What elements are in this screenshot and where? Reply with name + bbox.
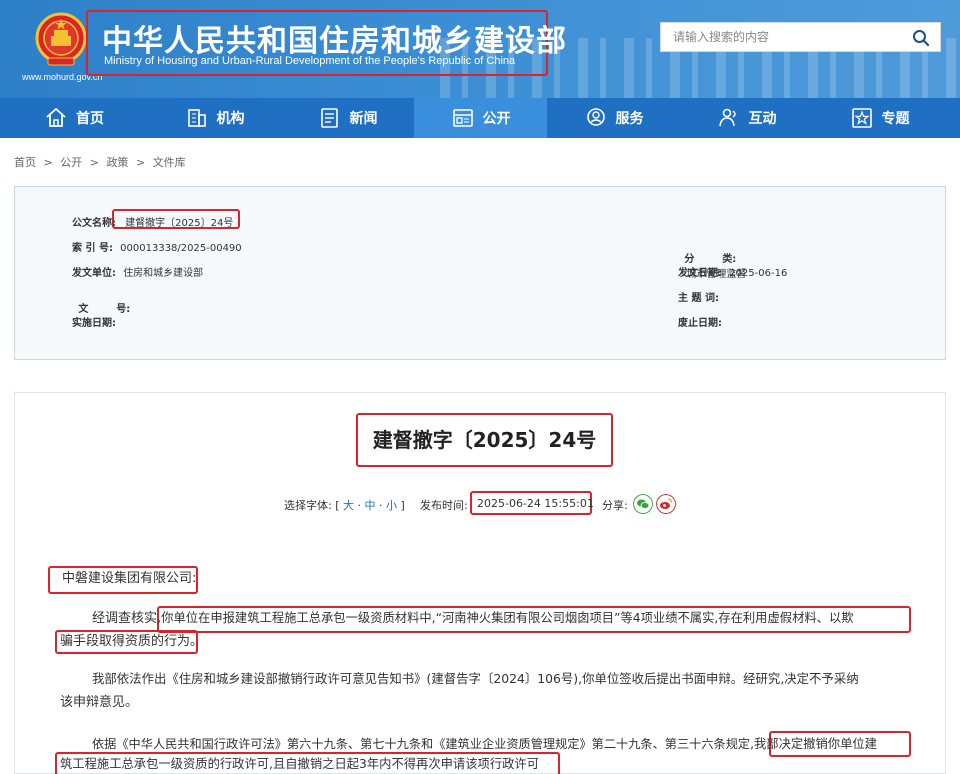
nav-home[interactable]: 首页 — [0, 98, 148, 138]
nav-topic[interactable]: 专题 — [813, 98, 946, 138]
effective-row: 实施日期: — [72, 314, 116, 329]
breadcrumb-sep: > — [89, 156, 99, 169]
font-bracket-open: [ — [335, 499, 340, 512]
font-bracket-close: ] — [400, 499, 405, 512]
ministry-title-en: Ministry of Housing and Urban-Rural Deve… — [104, 55, 516, 67]
paragraph-1-line-1: 经调查核实,你单位在申报建筑工程施工总承包一级资质材料中,“河南神火集团有限公司… — [92, 607, 854, 630]
service-icon — [586, 108, 605, 126]
building-icon — [187, 109, 206, 127]
nav-topic-label: 专题 — [881, 111, 910, 127]
wechat-share-icon[interactable] — [633, 494, 653, 514]
breadcrumb-sep: > — [43, 156, 53, 169]
breadcrumb: 首页 > 公开 > 政策 > 文件库 — [14, 154, 190, 170]
nav-home-label: 首页 — [76, 111, 104, 127]
search-bar — [660, 22, 941, 52]
breadcrumb-sep: > — [135, 156, 146, 169]
index-label: 索 引 号: — [72, 243, 113, 254]
search-icon[interactable] — [912, 29, 930, 47]
publish-time-value: 2025-06-24 15:55:01 — [477, 497, 594, 510]
nav-news-label: 新闻 — [349, 111, 378, 127]
nav-disclosure-label: 公开 — [482, 111, 511, 127]
issue-date-label: 发文日期: — [678, 268, 722, 279]
effective-label: 实施日期: — [72, 318, 116, 329]
font-large-link[interactable]: 大 — [343, 499, 354, 512]
nav-organization-label: 机构 — [216, 111, 245, 127]
paragraph-3-decision: 我部决定撤销你单位建 — [754, 737, 877, 751]
nav-organization[interactable]: 机构 — [148, 98, 281, 138]
breadcrumb-policy[interactable]: 政策 — [106, 156, 128, 169]
font-small-link[interactable]: 小 — [386, 499, 397, 512]
doc-name-label: 公文名称: — [72, 218, 116, 229]
addressee: 中磐建设集团有限公司: — [62, 571, 197, 586]
paragraph-1-intro: 经调查核实, — [92, 611, 162, 626]
national-emblem-icon[interactable] — [34, 12, 88, 68]
nav-service[interactable]: 服务 — [547, 98, 680, 138]
search-input[interactable] — [661, 23, 901, 51]
paragraph-1-line-2: 骗手段取得资质的行为。 — [60, 634, 204, 649]
font-separator: · — [357, 499, 362, 512]
topic-icon — [851, 108, 872, 128]
subject-label: 主 题 词: — [678, 293, 719, 304]
share-label: 分享: — [602, 499, 628, 512]
nav-news[interactable]: 新闻 — [281, 98, 414, 138]
paragraph-3-basis: 依据《中华人民共和国行政许可法》第六十九条、第七十九条和《建筑业企业资质管理规定… — [92, 737, 754, 751]
paragraph-1-finding: 你单位在申报建筑工程施工总承包一级资质材料中,“河南神火集团有限公司烟囱项目”等… — [161, 611, 854, 625]
breadcrumb-home[interactable]: 首页 — [14, 156, 36, 169]
nav-disclosure[interactable]: 公开 — [414, 98, 547, 138]
disclosure-icon — [452, 109, 473, 127]
nav-interaction-label: 互动 — [748, 111, 777, 127]
paragraph-3-line-2: 筑工程施工总承包一级资质的行政许可,且自撤销之日起3年内不得再次申请该项行政许可 — [60, 757, 540, 771]
home-icon — [46, 107, 66, 127]
font-separator: · — [379, 499, 383, 512]
font-medium-link[interactable]: 中 — [365, 499, 376, 512]
paragraph-2-line-1: 我部依法作出《住房和城乡建设部撤销行政许可意见告知书》(建督告字〔2024〕10… — [92, 671, 859, 686]
nav-service-label: 服务 — [615, 111, 644, 127]
index-value: 000013338/2025-00490 — [120, 243, 242, 254]
issuer-row: 发文单位: 住房和城乡建设部 — [72, 264, 203, 279]
interact-icon — [718, 108, 736, 127]
font-size-label: 选择字体: — [284, 499, 332, 512]
main-nav: 首页 机构 新闻 公开 服务 互动 专题 — [0, 98, 960, 138]
ministry-title-cn: 中华人民共和国住房和城乡建设部 — [102, 24, 567, 59]
breadcrumb-disclosure[interactable]: 公开 — [60, 156, 82, 169]
doc-name-value: 建督撤字〔2025〕24号 — [125, 218, 234, 229]
doc-name-row: 公文名称: 建督撤字〔2025〕24号 — [72, 214, 233, 229]
paragraph-2-line-2: 该申辩意见。 — [60, 695, 139, 710]
issue-date-value: 2025-06-16 — [729, 268, 788, 279]
issuer-label: 发文单位: — [72, 268, 116, 279]
expire-row: 废止日期: — [678, 314, 722, 329]
expire-label: 废止日期: — [678, 318, 722, 329]
article-title: 建督撤字〔2025〕24号 — [372, 428, 597, 452]
subject-row: 主 题 词: — [678, 289, 719, 304]
index-row: 索 引 号: 000013338/2025-00490 — [72, 239, 242, 254]
issue-date-row: 发文日期: 2025-06-16 — [678, 264, 787, 279]
publish-time-label: 发布时间: — [420, 499, 468, 512]
news-icon — [320, 108, 338, 128]
nav-interaction[interactable]: 互动 — [680, 98, 813, 138]
breadcrumb-library[interactable]: 文件库 — [153, 156, 186, 169]
weibo-share-icon[interactable] — [656, 494, 676, 514]
issuer-value: 住房和城乡建设部 — [123, 268, 204, 279]
font-size-selector: 选择字体: [ 大 · 中 · 小 ] — [284, 497, 405, 513]
